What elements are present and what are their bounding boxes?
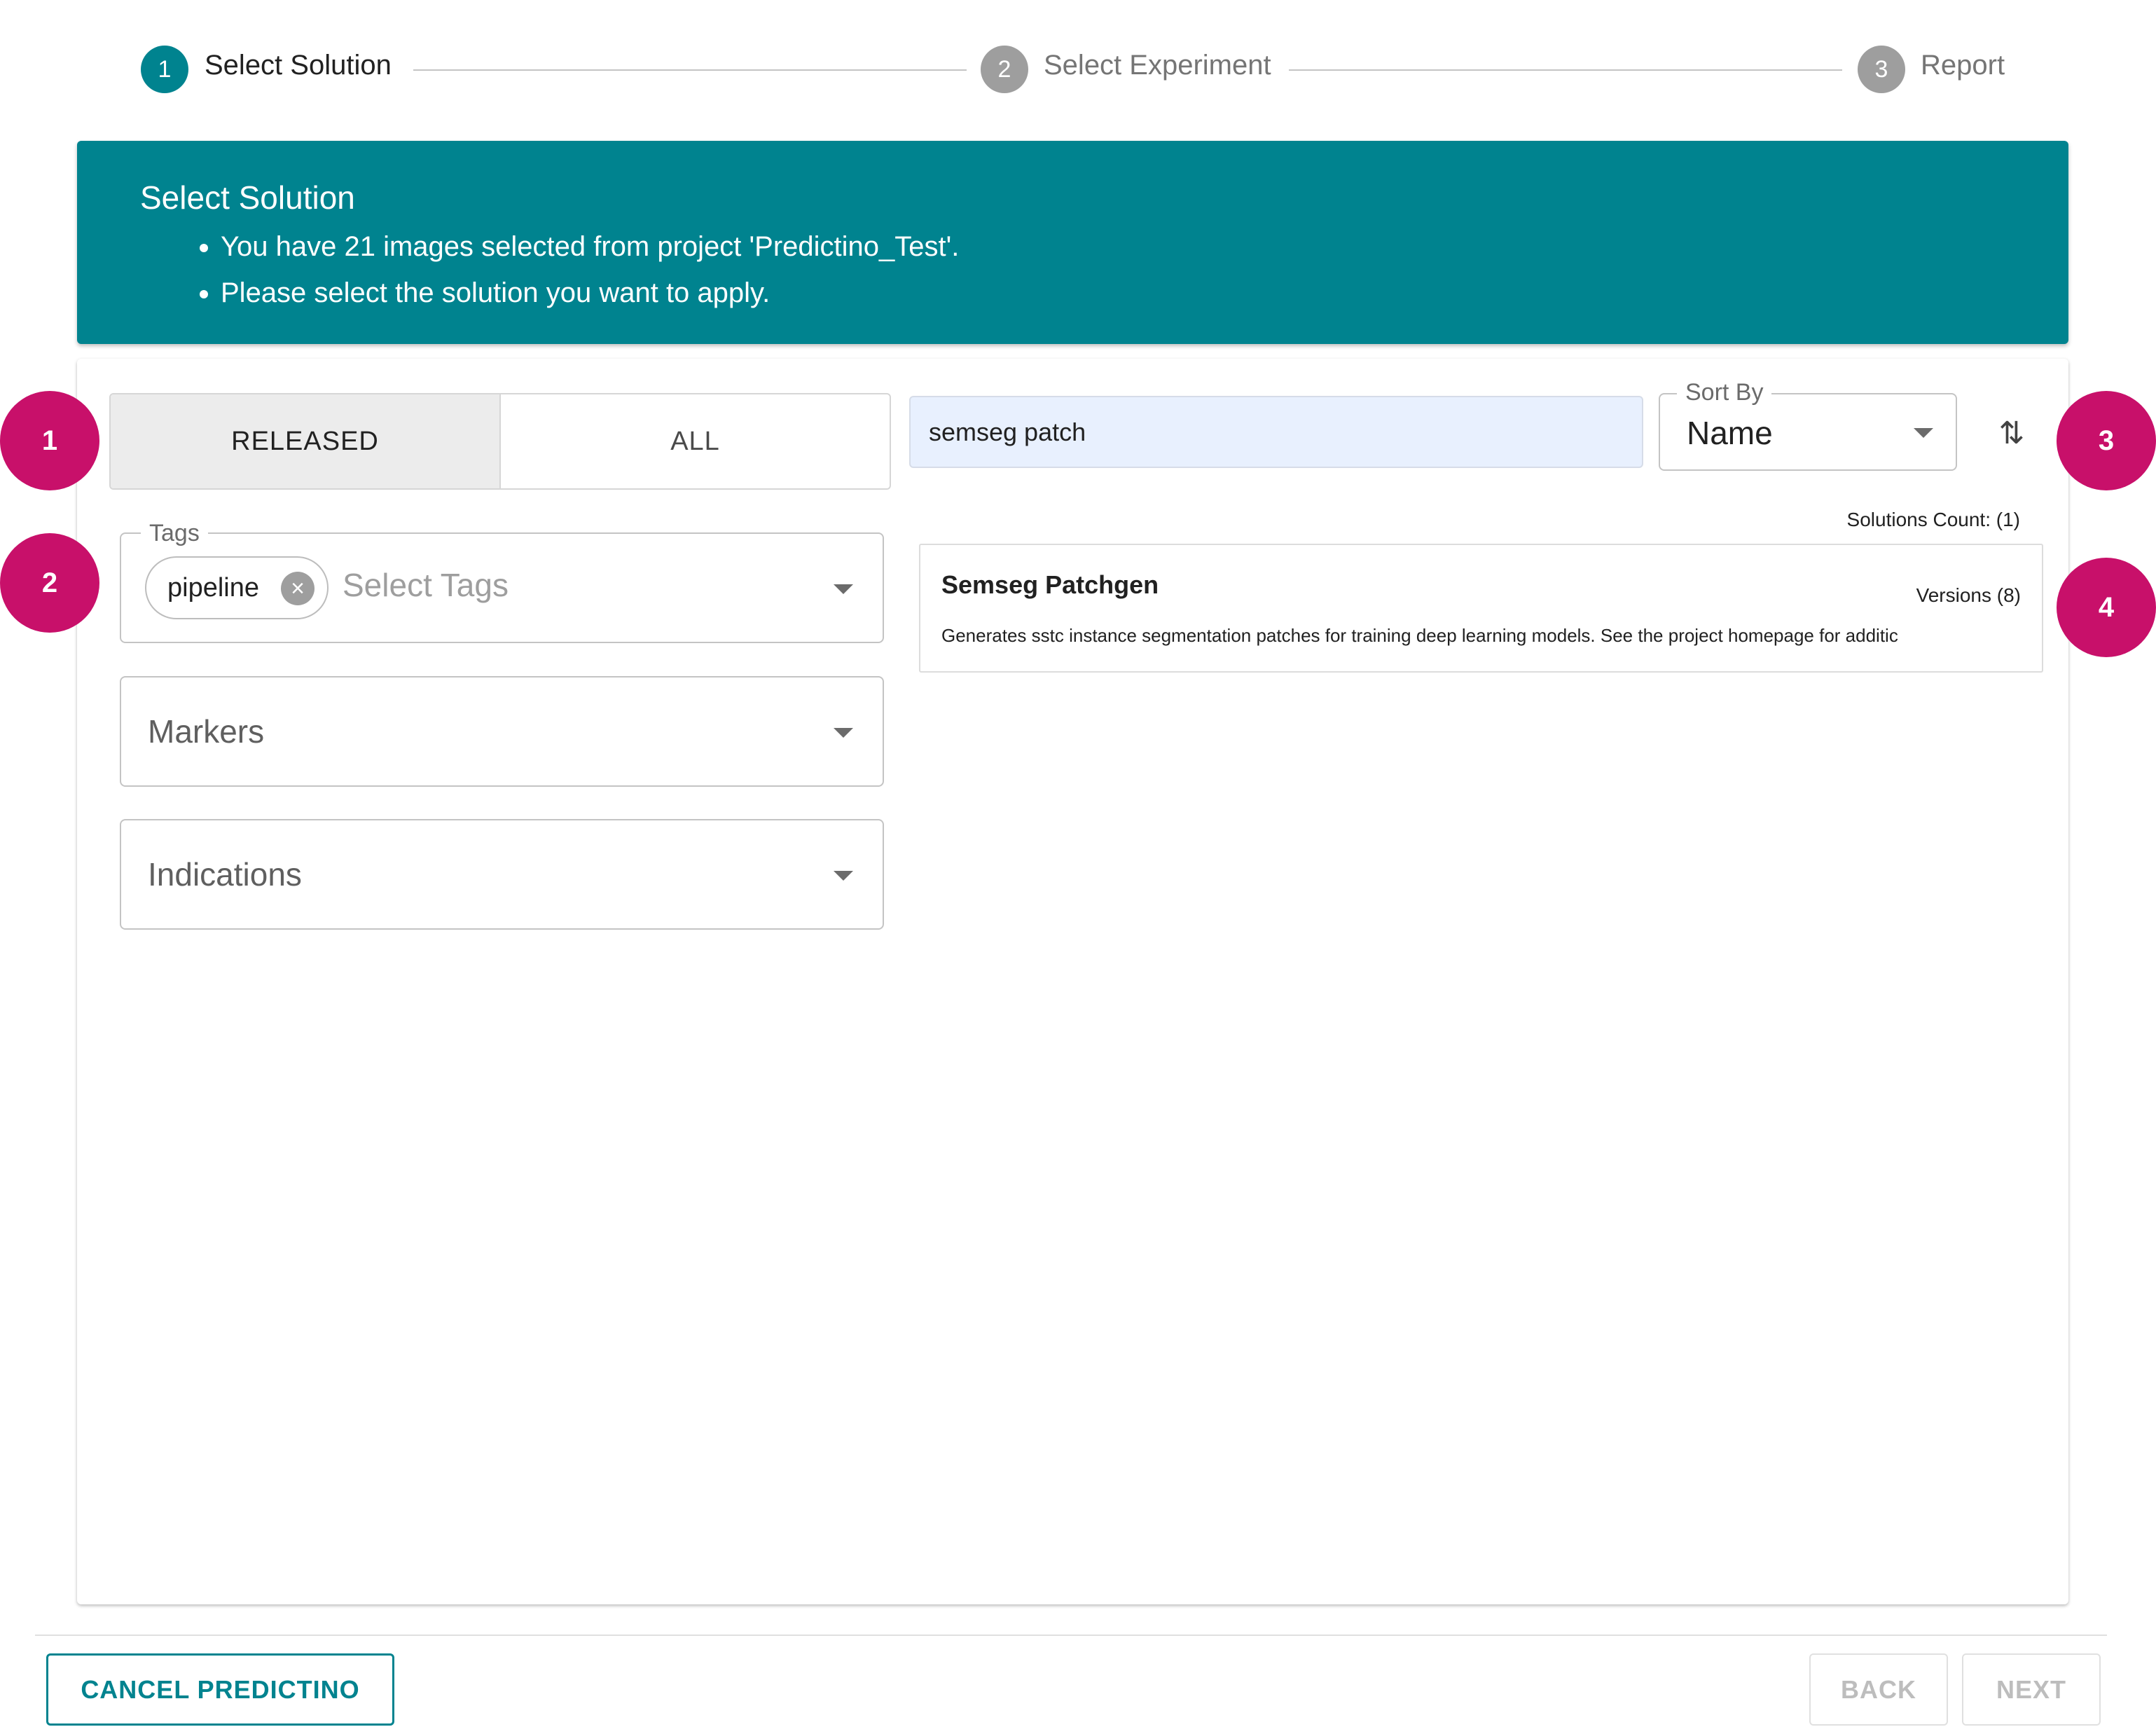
annotation-marker-2: 2 bbox=[0, 533, 99, 633]
step-1-label[interactable]: Select Solution bbox=[205, 50, 392, 81]
markers-select[interactable]: Markers bbox=[120, 676, 884, 787]
banner-title: Select Solution bbox=[140, 179, 355, 216]
caret-down-icon[interactable] bbox=[834, 871, 853, 881]
markers-placeholder: Markers bbox=[148, 713, 265, 750]
caret-down-icon[interactable] bbox=[834, 728, 853, 738]
solution-versions[interactable]: Versions (8) bbox=[1916, 584, 2021, 607]
back-button[interactable]: BACK bbox=[1809, 1653, 1948, 1726]
page: 1 Select Solution 2 Select Experiment 3 … bbox=[0, 0, 2156, 1734]
sort-arrows-icon[interactable]: ⇅ bbox=[1995, 412, 2029, 454]
step-2-number: 2 bbox=[997, 55, 1011, 83]
footer-divider bbox=[35, 1635, 2107, 1636]
sort-by-select[interactable]: Sort By Name bbox=[1659, 379, 1957, 471]
close-circle-icon[interactable]: × bbox=[281, 572, 315, 605]
annotation-marker-1: 1 bbox=[0, 391, 99, 490]
search-input[interactable]: semseg patch bbox=[909, 396, 1643, 468]
step-2-circle[interactable]: 2 bbox=[981, 46, 1028, 93]
info-banner: Select Solution You have 21 images selec… bbox=[77, 141, 2068, 344]
tag-chip-pipeline: pipeline × bbox=[145, 556, 329, 619]
solution-description: Generates sstc instance segmentation pat… bbox=[941, 625, 1898, 646]
banner-bullet: You have 21 images selected from project… bbox=[221, 225, 959, 271]
solutions-count: Solutions Count: (1) bbox=[1846, 509, 2020, 530]
solution-name: Semseg Patchgen bbox=[941, 570, 1159, 599]
release-filter-toggle: RELEASED ALL bbox=[109, 393, 891, 490]
step-3-label[interactable]: Report bbox=[1921, 50, 2005, 81]
sort-by-legend: Sort By bbox=[1677, 379, 1772, 406]
next-button[interactable]: NEXT bbox=[1962, 1653, 2101, 1726]
tag-chip-label: pipeline bbox=[167, 572, 259, 603]
step-connector-2 bbox=[1289, 69, 1842, 71]
cancel-button[interactable]: CANCEL PREDICTINO bbox=[46, 1653, 394, 1726]
step-3-number: 3 bbox=[1874, 55, 1888, 83]
caret-down-icon[interactable] bbox=[1914, 428, 1933, 438]
step-1-circle[interactable]: 1 bbox=[141, 46, 188, 93]
annotation-marker-4: 4 bbox=[2057, 558, 2156, 657]
caret-down-icon[interactable] bbox=[834, 584, 853, 594]
indications-placeholder: Indications bbox=[148, 856, 302, 893]
step-connector-1 bbox=[413, 69, 967, 71]
tags-placeholder[interactable]: Select Tags bbox=[343, 566, 509, 604]
released-toggle-button[interactable]: RELEASED bbox=[111, 394, 501, 488]
banner-bullet: Please select the solution you want to a… bbox=[221, 271, 959, 317]
tags-select[interactable]: Tags pipeline × Select Tags bbox=[120, 520, 884, 643]
sort-by-value: Name bbox=[1687, 415, 1773, 451]
all-toggle-button[interactable]: ALL bbox=[501, 394, 890, 488]
tags-legend: Tags bbox=[141, 520, 208, 547]
solution-list-item[interactable]: Semseg Patchgen Versions (8) Generates s… bbox=[919, 544, 2043, 673]
step-3-circle[interactable]: 3 bbox=[1858, 46, 1905, 93]
annotation-marker-3: 3 bbox=[2057, 391, 2156, 490]
indications-select[interactable]: Indications bbox=[120, 819, 884, 930]
banner-bullets: You have 21 images selected from project… bbox=[221, 225, 959, 317]
step-1-number: 1 bbox=[158, 55, 172, 83]
step-2-label[interactable]: Select Experiment bbox=[1044, 50, 1271, 81]
